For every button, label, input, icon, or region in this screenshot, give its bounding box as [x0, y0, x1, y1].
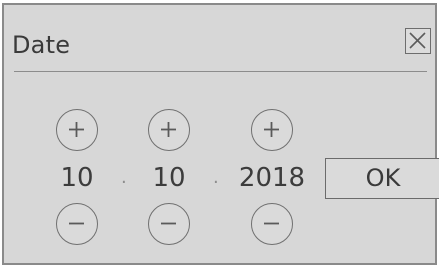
ok-button[interactable]: OK: [325, 158, 439, 199]
day-decrement-button[interactable]: [56, 203, 98, 245]
day-value: 10: [60, 163, 94, 193]
plus-icon: [264, 122, 279, 137]
date-separator: .: [121, 167, 127, 188]
minus-icon: [264, 222, 279, 225]
month-decrement-button[interactable]: [148, 203, 190, 245]
month-value: 10: [152, 163, 186, 193]
date-separator: .: [213, 167, 219, 188]
year-value: 2018: [238, 163, 306, 193]
minus-icon: [161, 222, 176, 225]
plus-icon: [69, 122, 84, 137]
year-decrement-button[interactable]: [251, 203, 293, 245]
close-icon: [409, 32, 426, 49]
dialog-title: Date: [12, 31, 71, 59]
month-increment-button[interactable]: [148, 109, 190, 151]
minus-icon: [69, 222, 84, 225]
plus-icon: [161, 122, 176, 137]
day-increment-button[interactable]: [56, 109, 98, 151]
close-button[interactable]: [405, 28, 431, 54]
dialog-titlebar: Date: [4, 5, 435, 73]
year-increment-button[interactable]: [251, 109, 293, 151]
title-divider: [14, 71, 427, 72]
date-dialog: Date 10 . 10 . 2018 OK: [2, 3, 439, 265]
